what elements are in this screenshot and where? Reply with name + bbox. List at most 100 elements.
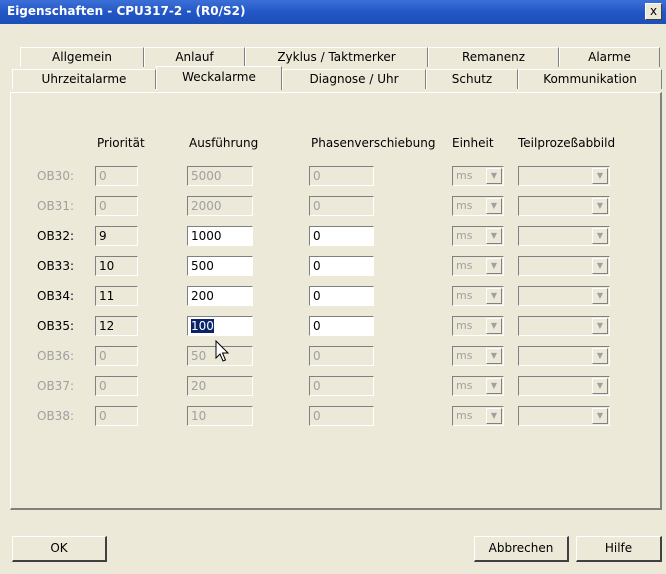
einheit-value: ms: [456, 319, 473, 332]
einheit-select: ms ▼: [452, 346, 504, 366]
ok-button[interactable]: OK: [12, 536, 107, 562]
prioritaet-field: 9: [95, 226, 138, 246]
teilprozessabbild-select: ▼: [518, 256, 610, 276]
ob-label: OB37:: [37, 379, 74, 393]
einheit-value: ms: [456, 349, 473, 362]
einheit-value: ms: [456, 199, 473, 212]
mouse-cursor-icon: [215, 340, 230, 362]
header-prioritaet: Priorität: [97, 136, 145, 150]
einheit-value: ms: [456, 379, 473, 392]
einheit-select: ms ▼: [452, 316, 504, 336]
teilprozessabbild-select: ▼: [518, 316, 610, 336]
ausfuehrung-value: 200: [191, 289, 214, 303]
prioritaet-field: 0: [95, 406, 138, 426]
ausfuehrung-value: 20: [191, 379, 207, 393]
phasenverschiebung-input[interactable]: 0: [309, 286, 374, 306]
einheit-select: ms ▼: [452, 226, 504, 246]
tab-allgemein[interactable]: Allgemein: [20, 47, 144, 67]
prioritaet-field: 0: [95, 346, 138, 366]
tab-zyklus-taktmerker[interactable]: Zyklus / Taktmerker: [245, 47, 428, 67]
chevron-down-icon: ▼: [486, 198, 502, 214]
einheit-select: ms ▼: [452, 286, 504, 306]
header-einheit: Einheit: [452, 136, 494, 150]
phasenverschiebung-input: 0: [309, 376, 374, 396]
ausfuehrung-input[interactable]: 200: [187, 286, 253, 306]
chevron-down-icon: ▼: [486, 378, 502, 394]
prioritaet-field: 0: [95, 166, 138, 186]
teilprozessabbild-select: ▼: [518, 286, 610, 306]
ausfuehrung-value: 50: [191, 349, 207, 363]
einheit-select: ms ▼: [452, 166, 504, 186]
einheit-select: ms ▼: [452, 376, 504, 396]
ob-label: OB38:: [37, 409, 74, 423]
chevron-down-icon: ▼: [486, 228, 502, 244]
tab-alarme[interactable]: Alarme: [559, 47, 660, 67]
chevron-down-icon: ▼: [592, 228, 608, 244]
cancel-button[interactable]: Abbrechen: [474, 536, 569, 562]
ausfuehrung-value: 10: [191, 409, 207, 423]
chevron-down-icon: ▼: [592, 408, 608, 424]
ausfuehrung-value: 100: [191, 319, 214, 333]
einheit-value: ms: [456, 259, 473, 272]
ob-label: OB35:: [37, 319, 74, 333]
ob-label: OB32:: [37, 229, 74, 243]
close-button[interactable]: x: [645, 3, 662, 20]
tab-weckalarme[interactable]: Weckalarme: [156, 66, 282, 90]
chevron-down-icon: ▼: [592, 378, 608, 394]
tab-schutz[interactable]: Schutz: [426, 69, 518, 89]
prioritaet-field: 10: [95, 256, 138, 276]
phasenverschiebung-input[interactable]: 0: [309, 226, 374, 246]
einheit-select: ms ▼: [452, 196, 504, 216]
tab-remanenz[interactable]: Remanenz: [428, 47, 559, 67]
phasenverschiebung-input: 0: [309, 196, 374, 216]
tab-uhrzeitalarme[interactable]: Uhrzeitalarme: [12, 69, 156, 89]
phasenverschiebung-input[interactable]: 0: [309, 256, 374, 276]
teilprozessabbild-select: ▼: [518, 346, 610, 366]
tab-anlauf[interactable]: Anlauf: [144, 47, 245, 67]
prioritaet-field: 0: [95, 196, 138, 216]
phasenverschiebung-input[interactable]: 0: [309, 316, 374, 336]
ob-label: OB31:: [37, 199, 74, 213]
window-title: Eigenschaften - CPU317-2 - (R0/S2): [7, 4, 246, 18]
ausfuehrung-value: 5000: [191, 169, 222, 183]
chevron-down-icon: ▼: [486, 258, 502, 274]
phasenverschiebung-input: 0: [309, 406, 374, 426]
help-button[interactable]: Hilfe: [576, 536, 662, 562]
ausfuehrung-input: 20: [187, 376, 253, 396]
teilprozessabbild-select: ▼: [518, 196, 610, 216]
ausfuehrung-value: 500: [191, 259, 214, 273]
header-teilprozessabbild: Teilprozeßabbild: [518, 136, 616, 150]
tab-diagnose-uhr[interactable]: Diagnose / Uhr: [282, 69, 426, 89]
ausfuehrung-value: 1000: [191, 229, 222, 243]
phasenverschiebung-input: 0: [309, 166, 374, 186]
prioritaet-field: 11: [95, 286, 138, 306]
tab-kommunikation[interactable]: Kommunikation: [518, 69, 662, 89]
einheit-value: ms: [456, 169, 473, 182]
chevron-down-icon: ▼: [592, 258, 608, 274]
teilprozessabbild-select: ▼: [518, 226, 610, 246]
teilprozessabbild-select: ▼: [518, 376, 610, 396]
ausfuehrung-input: 10: [187, 406, 253, 426]
ob-label: OB33:: [37, 259, 74, 273]
prioritaet-field: 12: [95, 316, 138, 336]
ausfuehrung-input: 2000: [187, 196, 253, 216]
ausfuehrung-input[interactable]: 1000: [187, 226, 253, 246]
chevron-down-icon: ▼: [486, 348, 502, 364]
prioritaet-field: 0: [95, 376, 138, 396]
chevron-down-icon: ▼: [486, 318, 502, 334]
ob-label: OB36:: [37, 349, 74, 363]
chevron-down-icon: ▼: [592, 318, 608, 334]
ausfuehrung-input[interactable]: 100: [187, 316, 253, 336]
chevron-down-icon: ▼: [486, 288, 502, 304]
chevron-down-icon: ▼: [592, 198, 608, 214]
ob-label: OB30:: [37, 169, 74, 183]
chevron-down-icon: ▼: [592, 288, 608, 304]
einheit-value: ms: [456, 289, 473, 302]
header-phasenverschiebung: Phasenverschiebung: [311, 136, 436, 150]
ausfuehrung-input[interactable]: 500: [187, 256, 253, 276]
chevron-down-icon: ▼: [592, 348, 608, 364]
title-bar: Eigenschaften - CPU317-2 - (R0/S2) x: [0, 0, 666, 24]
ob-label: OB34:: [37, 289, 74, 303]
einheit-select: ms ▼: [452, 256, 504, 276]
teilprozessabbild-select: ▼: [518, 166, 610, 186]
